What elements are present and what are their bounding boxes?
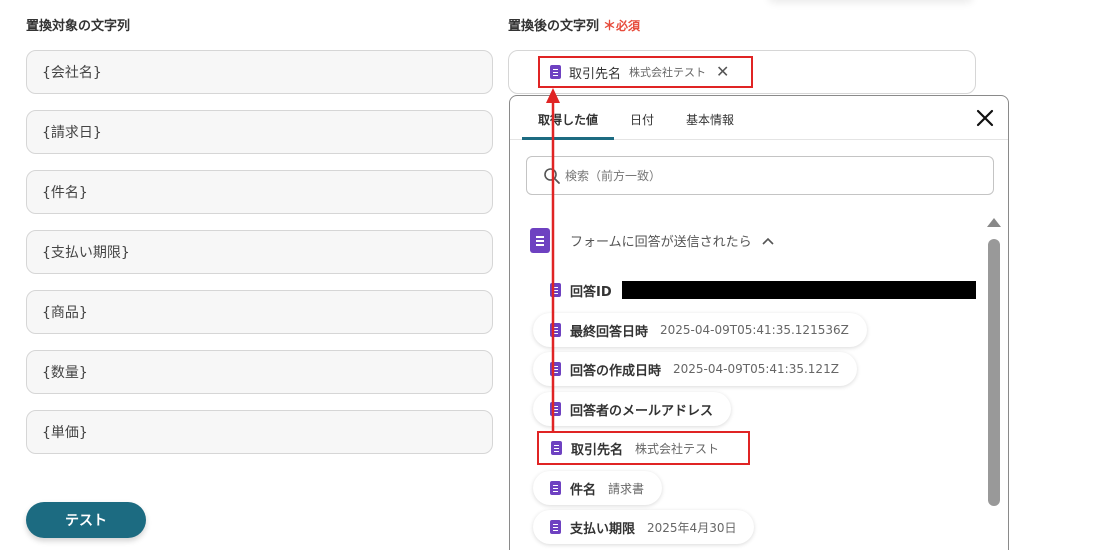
scrollbar-thumb[interactable]	[988, 239, 1000, 506]
replacement-strings-label: 置換後の文字列 ＊必須	[508, 15, 640, 34]
tab-basic-info[interactable]: 基本情報	[686, 111, 734, 128]
panel-tabs: 取得した値 日付 基本情報	[510, 96, 1008, 140]
form-trigger-group[interactable]: フォームに回答が送信されたら	[530, 228, 774, 253]
chip-remove-icon[interactable]: ✕	[716, 64, 729, 80]
redacted-value	[621, 281, 976, 299]
required-badge: ＊必須	[603, 19, 641, 34]
item-value: 請求書	[608, 481, 645, 496]
item-value: 株式会社テスト	[635, 441, 720, 456]
item-label: 最終回答日時	[570, 324, 649, 340]
form-doc-icon	[550, 323, 561, 337]
source-field-due-date[interactable]: {支払い期限}	[26, 230, 493, 274]
form-doc-icon	[550, 65, 561, 79]
source-field-company[interactable]: {会社名}	[26, 50, 493, 94]
panel-close-icon[interactable]	[975, 108, 995, 128]
search-icon	[544, 167, 560, 184]
form-doc-icon	[550, 362, 561, 376]
item-label: 回答ID	[570, 284, 612, 300]
item-label: 回答の作成日時	[570, 363, 662, 379]
item-label: 回答者のメールアドレス	[570, 403, 714, 419]
item-value: 2025-04-09T05:41:35.121Z	[673, 362, 839, 376]
source-field-product[interactable]: {商品}	[26, 290, 493, 334]
form-doc-icon	[550, 402, 561, 416]
required-text: 必須	[616, 19, 641, 33]
tab-date[interactable]: 日付	[630, 111, 654, 128]
active-tab-underline	[522, 137, 614, 140]
chip-value: 株式会社テスト	[629, 66, 707, 79]
required-asterisk: ＊	[603, 19, 617, 34]
source-field-unit-price[interactable]: {単価}	[26, 410, 493, 454]
list-item-respondent-email[interactable]: 回答者のメールアドレス	[533, 392, 732, 426]
value-picker-panel: 取得した値 日付 基本情報 検索（前方一致） フォームに回答が送信されたら 回答…	[509, 95, 1009, 550]
source-field-subject[interactable]: {件名}	[26, 170, 493, 214]
form-doc-icon	[550, 520, 561, 534]
list-item-subject[interactable]: 件名 請求書	[533, 471, 663, 505]
tab-retrieved-values[interactable]: 取得した値	[538, 111, 598, 128]
form-doc-icon	[551, 441, 562, 455]
list-item-last-response-time[interactable]: 最終回答日時 2025-04-09T05:41:35.121536Z	[533, 313, 867, 347]
replacement-label-text: 置換後の文字列	[508, 19, 600, 34]
test-button[interactable]: テスト	[26, 502, 146, 538]
group-title: フォームに回答が送信されたら	[570, 235, 752, 250]
item-value: 2025年4月30日	[647, 520, 737, 535]
item-label: 支払い期限	[570, 521, 636, 537]
form-doc-icon	[550, 481, 561, 495]
form-doc-icon	[530, 228, 550, 253]
chip-label: 取引先名	[569, 66, 622, 82]
list-item-response-id[interactable]: 回答ID	[533, 273, 978, 307]
chevron-up-icon[interactable]	[762, 237, 774, 245]
search-input[interactable]: 検索（前方一致）	[526, 156, 994, 195]
form-doc-icon	[550, 283, 561, 297]
source-strings-label: 置換対象の文字列	[26, 19, 131, 34]
list-item-payment-due[interactable]: 支払い期限 2025年4月30日	[533, 510, 755, 544]
item-label: 取引先名	[571, 442, 624, 458]
search-placeholder: 検索（前方一致）	[565, 169, 662, 183]
item-label: 件名	[570, 482, 597, 498]
source-field-invoice-date[interactable]: {請求日}	[26, 110, 493, 154]
source-field-quantity[interactable]: {数量}	[26, 350, 493, 394]
selected-value-chip[interactable]: 取引先名 株式会社テスト ✕	[538, 56, 753, 88]
list-item-response-created-time[interactable]: 回答の作成日時 2025-04-09T05:41:35.121Z	[533, 352, 857, 386]
list-item-client-name[interactable]: 取引先名 株式会社テスト	[537, 431, 750, 465]
item-value: 2025-04-09T05:41:35.121536Z	[660, 323, 849, 337]
scroll-up-arrow[interactable]	[987, 218, 1001, 227]
